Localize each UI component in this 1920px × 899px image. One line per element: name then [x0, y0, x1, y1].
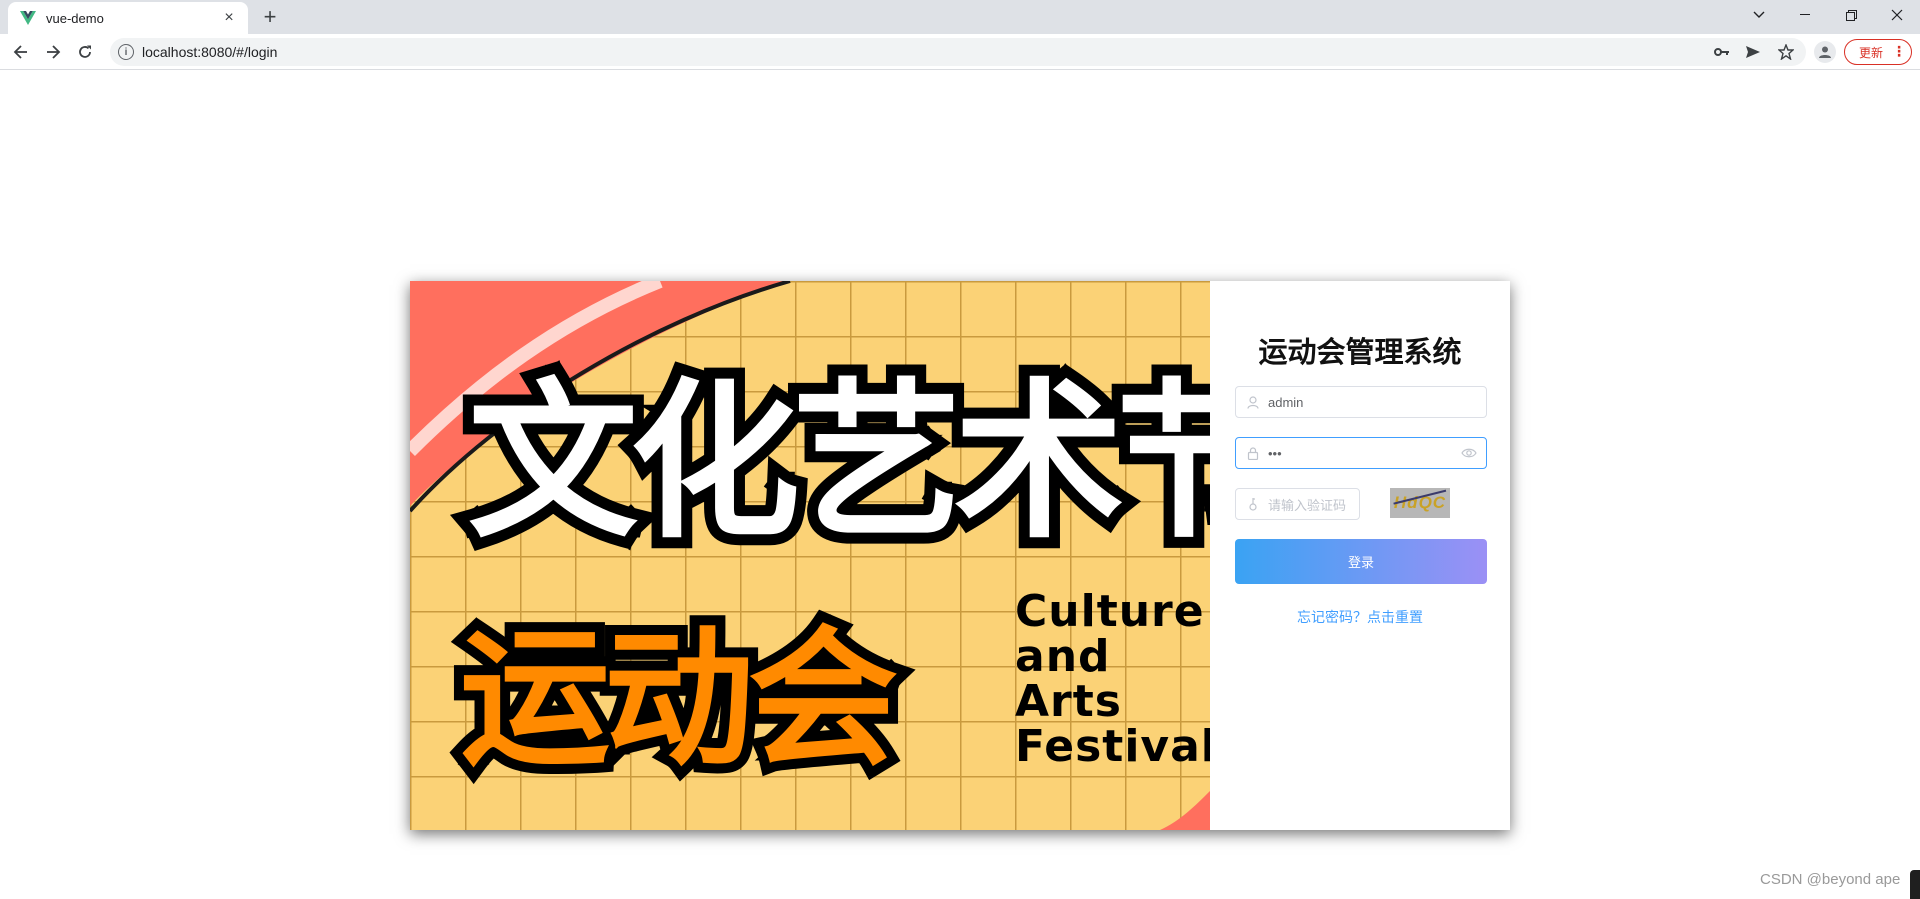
- key-icon: [1246, 497, 1260, 511]
- login-card: 文化艺术节 运动会 Culture and Arts Festival 运动会管…: [410, 281, 1510, 830]
- banner-subheadline: 运动会: [460, 613, 897, 787]
- tab-search-icon[interactable]: [1736, 0, 1782, 30]
- close-window-icon[interactable]: [1874, 0, 1920, 30]
- forgot-password-link[interactable]: 忘记密码？点击重置: [1210, 607, 1510, 627]
- address-bar[interactable]: i localhost:8080/#/login: [110, 38, 1806, 66]
- tab-strip: vue-demo × +: [0, 0, 1920, 34]
- profile-avatar-icon[interactable]: [1814, 41, 1836, 63]
- minimize-icon[interactable]: [1782, 0, 1828, 30]
- menu-dots-icon: ⋮: [1892, 44, 1907, 60]
- tab-title: vue-demo: [46, 10, 104, 26]
- captcha-placeholder: 请输入验证码: [1268, 498, 1347, 514]
- reload-icon[interactable]: [72, 39, 98, 65]
- corner-widget[interactable]: [1910, 870, 1920, 899]
- captcha-input[interactable]: 请输入验证码: [1235, 488, 1360, 520]
- banner-en-line-4: Festival: [1015, 721, 1210, 772]
- show-password-eye-icon[interactable]: [1461, 446, 1477, 460]
- password-key-icon[interactable]: [1713, 43, 1731, 61]
- new-tab-button[interactable]: +: [258, 5, 282, 29]
- banner-headline: 文化艺术节: [468, 364, 1210, 562]
- tab-close-icon[interactable]: ×: [220, 9, 238, 27]
- system-title: 运动会管理系统: [1258, 335, 1462, 369]
- watermark-text: CSDN @beyond ape: [1760, 871, 1901, 888]
- banner-en-line-2: and: [1015, 631, 1111, 682]
- restore-icon[interactable]: [1828, 0, 1874, 30]
- login-button[interactable]: 登录: [1235, 539, 1487, 584]
- captcha-image[interactable]: HdQC: [1390, 488, 1450, 518]
- back-icon[interactable]: [8, 39, 34, 65]
- send-icon[interactable]: [1744, 43, 1762, 61]
- login-form: 运动会管理系统 admin ••• 请输入验证码 HdQC 登录 忘记密码？点击…: [1210, 281, 1510, 830]
- username-value: admin: [1268, 394, 1304, 410]
- user-icon: [1246, 395, 1260, 409]
- password-field[interactable]: •••: [1235, 437, 1487, 469]
- update-button[interactable]: 更新 ⋮: [1844, 39, 1912, 65]
- banner-en-line-3: Arts: [1015, 676, 1122, 727]
- festival-banner-image: 文化艺术节 运动会 Culture and Arts Festival: [410, 281, 1210, 830]
- bookmark-star-icon[interactable]: [1777, 43, 1795, 61]
- password-value: •••: [1268, 445, 1282, 461]
- lock-icon: [1246, 446, 1260, 460]
- update-label: 更新: [1859, 45, 1884, 60]
- browser-tab[interactable]: vue-demo ×: [8, 2, 248, 34]
- site-info-icon[interactable]: i: [118, 44, 134, 60]
- browser-toolbar: i localhost:8080/#/login 更新 ⋮: [0, 34, 1920, 70]
- url-text: localhost:8080/#/login: [142, 44, 278, 60]
- vue-logo-icon: [20, 10, 36, 26]
- forward-icon[interactable]: [40, 39, 66, 65]
- banner-en-line-1: Culture: [1015, 586, 1205, 637]
- username-field[interactable]: admin: [1235, 386, 1487, 418]
